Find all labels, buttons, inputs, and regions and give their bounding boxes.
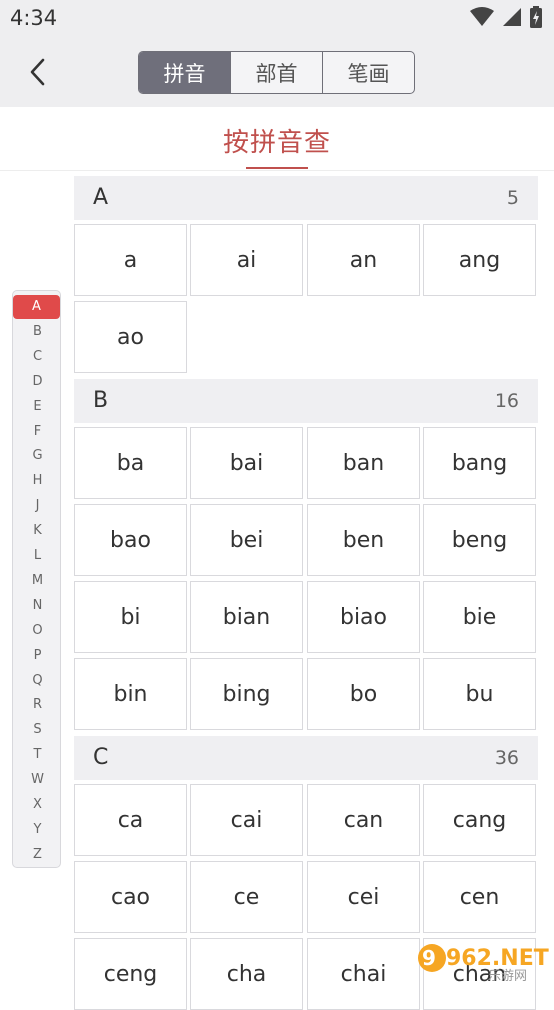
pinyin-cell[interactable]: cang <box>423 784 536 856</box>
pinyin-cell[interactable]: cai <box>190 784 303 856</box>
pinyin-cell[interactable]: biao <box>307 581 420 653</box>
svg-text:乐游网: 乐游网 <box>488 969 527 982</box>
index-letter-l[interactable]: L <box>13 544 62 568</box>
pinyin-cell[interactable]: an <box>307 224 420 296</box>
pinyin-cell[interactable]: ao <box>74 301 187 373</box>
pinyin-cell[interactable]: a <box>74 224 187 296</box>
section-header-a: A5 <box>74 176 538 220</box>
tab-radical[interactable]: 部首 <box>230 52 322 93</box>
index-letter-m[interactable]: M <box>13 569 62 593</box>
svg-text:9: 9 <box>422 946 436 970</box>
top-bar: 4:34 拼音 部首 笔画 <box>0 0 554 107</box>
pinyin-cell[interactable]: can <box>307 784 420 856</box>
index-letter-b[interactable]: B <box>13 320 62 344</box>
index-letter-w[interactable]: W <box>13 768 62 792</box>
index-letter-d[interactable]: D <box>13 370 62 394</box>
section-letter: B <box>93 388 109 413</box>
section-header-b: B 16 <box>74 379 538 423</box>
svg-text:962.NET: 962.NET <box>446 946 549 971</box>
title-underline <box>246 167 308 169</box>
index-letter-n[interactable]: N <box>13 594 62 618</box>
pinyin-cell[interactable]: bai <box>190 427 303 499</box>
index-letter-y[interactable]: Y <box>13 818 62 842</box>
pinyin-cell[interactable]: ca <box>74 784 187 856</box>
status-icons <box>470 6 542 28</box>
pinyin-cell[interactable]: bo <box>307 658 420 730</box>
pinyin-cell[interactable]: ai <box>190 224 303 296</box>
index-letter-t[interactable]: T <box>13 743 62 767</box>
pinyin-cell[interactable]: ceng <box>74 938 187 1010</box>
pinyin-cell[interactable]: ben <box>307 504 420 576</box>
index-letter-x[interactable]: X <box>13 793 62 817</box>
section-count: 16 <box>494 390 519 412</box>
index-letter-z[interactable]: Z <box>13 843 62 867</box>
wifi-icon <box>470 7 494 27</box>
pinyin-cell[interactable]: bei <box>190 504 303 576</box>
index-letter-s[interactable]: S <box>13 718 62 742</box>
pinyin-cell[interactable]: ang <box>423 224 536 296</box>
battery-icon <box>530 6 542 28</box>
search-mode-tabs: 拼音 部首 笔画 <box>138 51 415 94</box>
pinyin-cell[interactable]: ce <box>190 861 303 933</box>
section-count: 36 <box>494 747 519 769</box>
index-letter-j[interactable]: J <box>13 494 62 518</box>
divider <box>0 170 554 171</box>
watermark-logo: 9 962.NET 乐游网 <box>414 938 550 984</box>
section-header-c: C 36 <box>74 736 538 780</box>
section-count: 5 <box>506 187 519 209</box>
pinyin-cell[interactable]: cao <box>74 861 187 933</box>
index-letter-c[interactable]: C <box>13 345 62 369</box>
index-letter-h[interactable]: H <box>13 469 62 493</box>
pinyin-cell[interactable]: chai <box>307 938 420 1010</box>
pinyin-cell[interactable]: cha <box>190 938 303 1010</box>
index-letter-o[interactable]: O <box>13 619 62 643</box>
pinyin-cell[interactable]: bi <box>74 581 187 653</box>
pinyin-cell[interactable]: bao <box>74 504 187 576</box>
back-button[interactable] <box>24 55 54 89</box>
signal-icon <box>502 7 522 27</box>
index-letter-p[interactable]: P <box>13 644 62 668</box>
tab-strokes[interactable]: 笔画 <box>322 52 414 93</box>
index-letter-g[interactable]: G <box>13 444 62 468</box>
index-letter-r[interactable]: R <box>13 693 62 717</box>
pinyin-cell[interactable]: cen <box>423 861 536 933</box>
index-letter-f[interactable]: F <box>13 420 62 444</box>
section-letter: C <box>93 745 109 770</box>
status-time: 4:34 <box>10 6 58 30</box>
section-letter: A <box>93 185 109 210</box>
pinyin-cell[interactable]: cei <box>307 861 420 933</box>
pinyin-cell[interactable]: bie <box>423 581 536 653</box>
pinyin-cell[interactable]: bian <box>190 581 303 653</box>
page-title: 按拼音查 <box>222 128 331 158</box>
pinyin-cell[interactable]: bin <box>74 658 187 730</box>
pinyin-cell[interactable]: ba <box>74 427 187 499</box>
index-letter-k[interactable]: K <box>13 519 62 543</box>
index-letter-a[interactable]: A <box>13 295 60 319</box>
tab-pinyin[interactable]: 拼音 <box>139 52 230 93</box>
index-letter-e[interactable]: E <box>13 395 62 419</box>
pinyin-cell[interactable]: bu <box>423 658 536 730</box>
letter-index-bar[interactable]: ABCDEFGHJKLMNOPQRSTWXYZ <box>12 290 61 868</box>
pinyin-cell[interactable]: bing <box>190 658 303 730</box>
index-letter-q[interactable]: Q <box>13 669 62 693</box>
pinyin-cell[interactable]: ban <box>307 427 420 499</box>
pinyin-cell[interactable]: beng <box>423 504 536 576</box>
pinyin-cell[interactable]: bang <box>423 427 536 499</box>
